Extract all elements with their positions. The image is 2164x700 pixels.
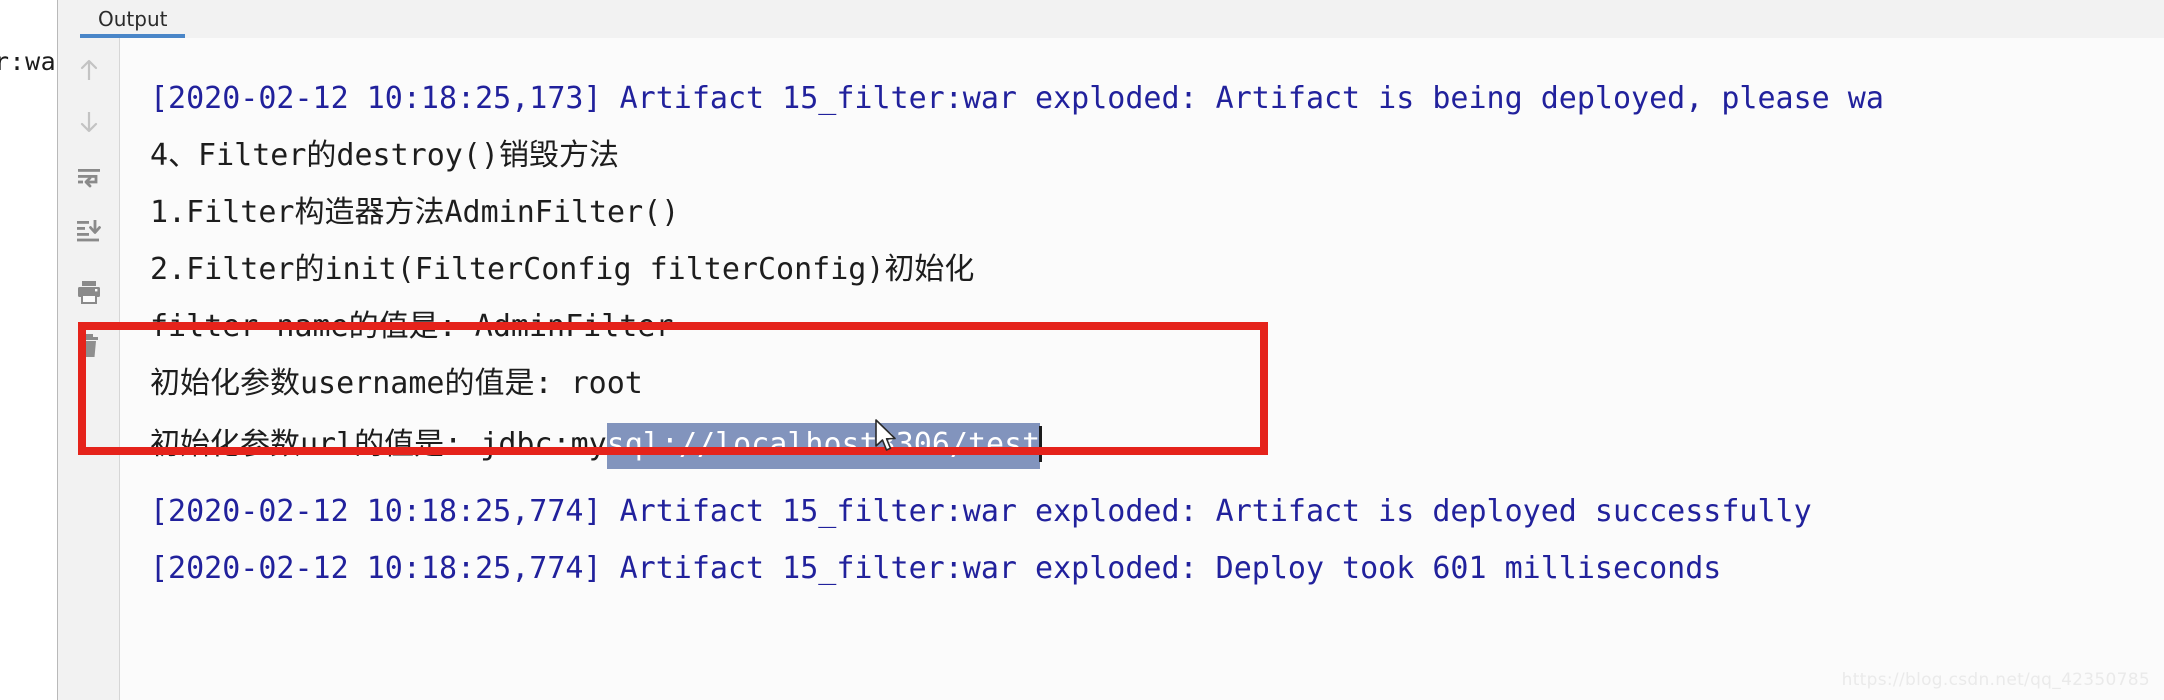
console-line: filter-name的值是: AdminFilter [150, 309, 674, 344]
project-tree-item-label: r:wa [0, 47, 57, 76]
console-line-prefix: 初始化参数url的值是: jdbc:my [150, 427, 607, 462]
console-line: [2020-02-12 10:18:25,173] Artifact 15_fi… [150, 81, 1884, 116]
console-line: 初始化参数username的值是: root [150, 366, 643, 401]
project-tree-sliver[interactable]: r:wa [0, 0, 58, 700]
console-line: 1.Filter构造器方法AdminFilter() [150, 195, 680, 230]
up-arrow-icon[interactable] [67, 48, 111, 92]
scroll-to-end-icon[interactable] [67, 208, 111, 252]
console-line: 4、Filter的destroy()销毁方法 [150, 138, 619, 173]
tab-output-label: Output [98, 7, 168, 31]
print-icon[interactable] [67, 270, 111, 314]
selected-text[interactable]: sql://localhost3306/test [606, 423, 1041, 469]
console-output[interactable]: [2020-02-12 10:18:25,173] Artifact 15_fi… [120, 38, 2164, 700]
down-arrow-icon[interactable] [67, 100, 111, 144]
console-line: [2020-02-12 10:18:25,774] Artifact 15_fi… [150, 494, 1812, 529]
trash-icon[interactable] [67, 324, 111, 368]
text-caret [1039, 426, 1043, 462]
soft-wrap-icon[interactable] [67, 156, 111, 200]
console-line: [2020-02-12 10:18:25,774] Artifact 15_fi… [150, 551, 1722, 586]
console-line: 2.Filter的init(FilterConfig filterConfig)… [150, 252, 975, 287]
console-toolbar [58, 38, 120, 700]
mouse-cursor [874, 419, 900, 455]
tool-window-tab-bar: Output [58, 0, 2164, 38]
watermark: https://blog.csdn.net/qq_42350785 [1841, 670, 2150, 690]
tab-output[interactable]: Output [80, 0, 186, 38]
console-line-with-selection: 初始化参数url的值是: jdbc:mysql://localhost3306/… [150, 423, 1043, 469]
